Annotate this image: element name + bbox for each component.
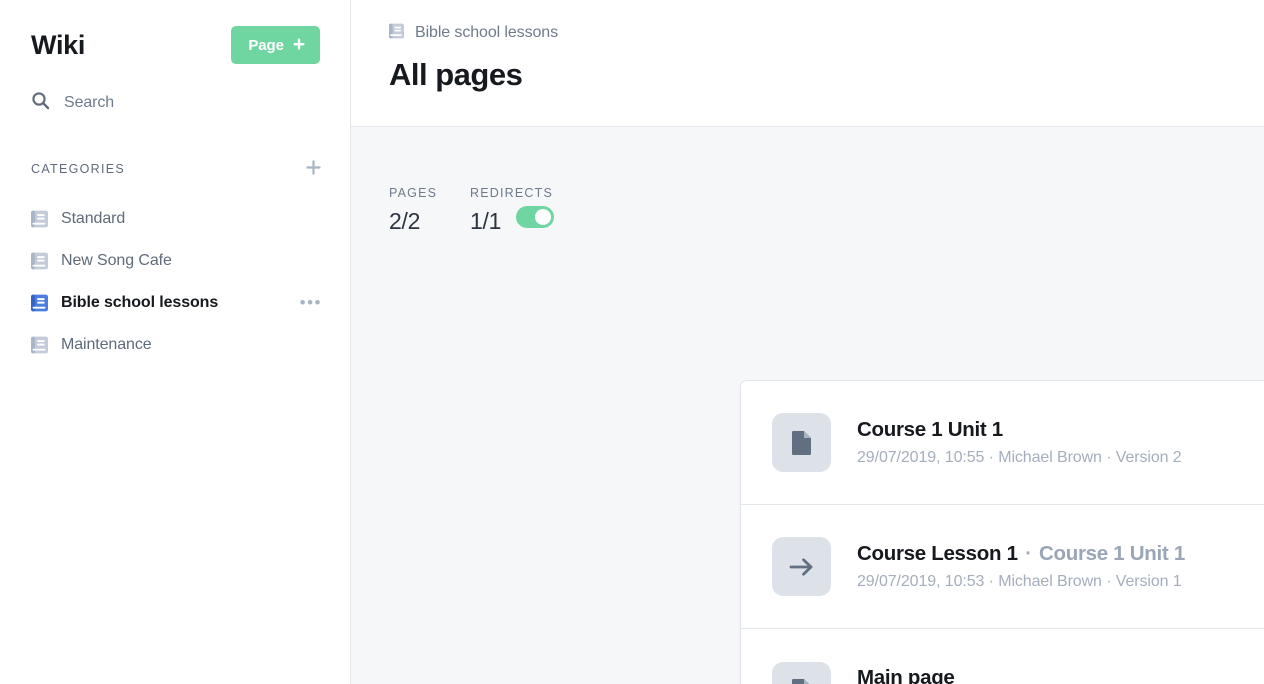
page-name: Course 1 Unit 1 [857,417,1003,441]
document-icon [772,661,831,684]
document-icon [772,413,831,472]
book-icon [31,294,48,312]
breadcrumb[interactable]: Bible school lessons [389,22,1264,44]
sidebar-search-item[interactable]: Search [0,90,350,116]
list-item-title: Course Lesson 1 · Course 1 Unit 1 [857,541,1185,566]
categories-header: CATEGORIES [0,159,350,179]
page-header: Bible school lessons All pages [351,0,1264,127]
list-item-meta: 29/07/2019, 10:55 · Michael Brown · Vers… [857,448,1182,466]
list-item[interactable]: Main page 06/08/2021, 10:26 · Rachel Arm… [741,629,1264,684]
book-icon [389,23,404,44]
list-item-title: Course 1 Unit 1 [857,417,1182,442]
wiki-app: Wiki Page + Search CATEGORIES Standard N… [0,0,1264,684]
main-content: Bible school lessons All pages PAGES 2/2… [351,0,1264,684]
stat-pages-caption: PAGES [389,186,438,200]
redirect-target-name[interactable]: Course 1 Unit 1 [1039,542,1185,565]
breadcrumb-label: Bible school lessons [415,24,558,41]
list-item-text: Main page 06/08/2021, 10:26 · Rachel Arm… [857,665,1212,684]
toggle-knob [535,208,552,225]
plus-icon: + [292,32,305,56]
redirect-separator: · [1025,541,1032,565]
list-item[interactable]: Course Lesson 1 · Course 1 Unit 1 29/07/… [741,505,1264,629]
sidebar-item-label: Bible school lessons [61,294,219,311]
search-icon [31,91,50,115]
create-page-button[interactable]: Page + [231,26,320,64]
stat-redirects-caption: REDIRECTS [470,186,554,200]
book-icon [31,252,48,270]
categories-label: CATEGORIES [31,162,126,176]
sidebar-item-standard[interactable]: Standard [0,198,350,240]
sidebar-item-label: New Song Cafe [61,252,172,269]
stat-redirects: REDIRECTS 1/1 [470,185,555,235]
show-redirects-toggle[interactable] [516,205,555,228]
list-item[interactable]: Course 1 Unit 1 29/07/2019, 10:55 · Mich… [741,381,1264,505]
sidebar-header: Wiki Page + [0,0,350,66]
stat-redirects-value: 1/1 [470,208,502,234]
page-list-card: Course 1 Unit 1 29/07/2019, 10:55 · Mich… [740,380,1264,684]
stats-bar: PAGES 2/2 REDIRECTS 1/1 [351,127,1264,235]
sidebar-item-new-song-cafe[interactable]: New Song Cafe [0,240,350,282]
page-name: Main page [857,666,955,684]
category-options-menu-icon[interactable]: ••• [300,294,322,311]
sidebar-item-maintenance[interactable]: Maintenance [0,324,350,366]
stat-pages: PAGES 2/2 [389,185,470,235]
list-item-text: Course 1 Unit 1 29/07/2019, 10:55 · Mich… [857,417,1182,469]
sidebar: Wiki Page + Search CATEGORIES Standard N… [0,0,351,684]
sidebar-item-label: Maintenance [61,336,152,353]
sidebar-item-bible-school-lessons[interactable]: Bible school lessons ••• [0,282,350,324]
page-title: All pages [389,57,523,92]
list-item-title: Main page [857,665,1212,684]
sidebar-item-label: Standard [61,210,126,227]
book-icon [31,210,48,228]
page-body: PAGES 2/2 REDIRECTS 1/1 Course 1 Unit 1 … [351,127,1264,684]
arrow-right-icon [772,537,831,596]
stat-pages-value: 2/2 [389,208,421,234]
wiki-logo-title: Wiki [31,30,86,60]
sidebar-search-label: Search [64,94,115,111]
add-category-plus-icon[interactable] [305,158,322,180]
book-icon [31,336,48,354]
create-page-label: Page [248,36,284,54]
page-name: Course Lesson 1 [857,541,1018,565]
category-list: Standard New Song Cafe Bible school less… [0,198,350,366]
list-item-text: Course Lesson 1 · Course 1 Unit 1 29/07/… [857,541,1185,593]
list-item-meta: 29/07/2019, 10:53 · Michael Brown · Vers… [857,572,1182,590]
